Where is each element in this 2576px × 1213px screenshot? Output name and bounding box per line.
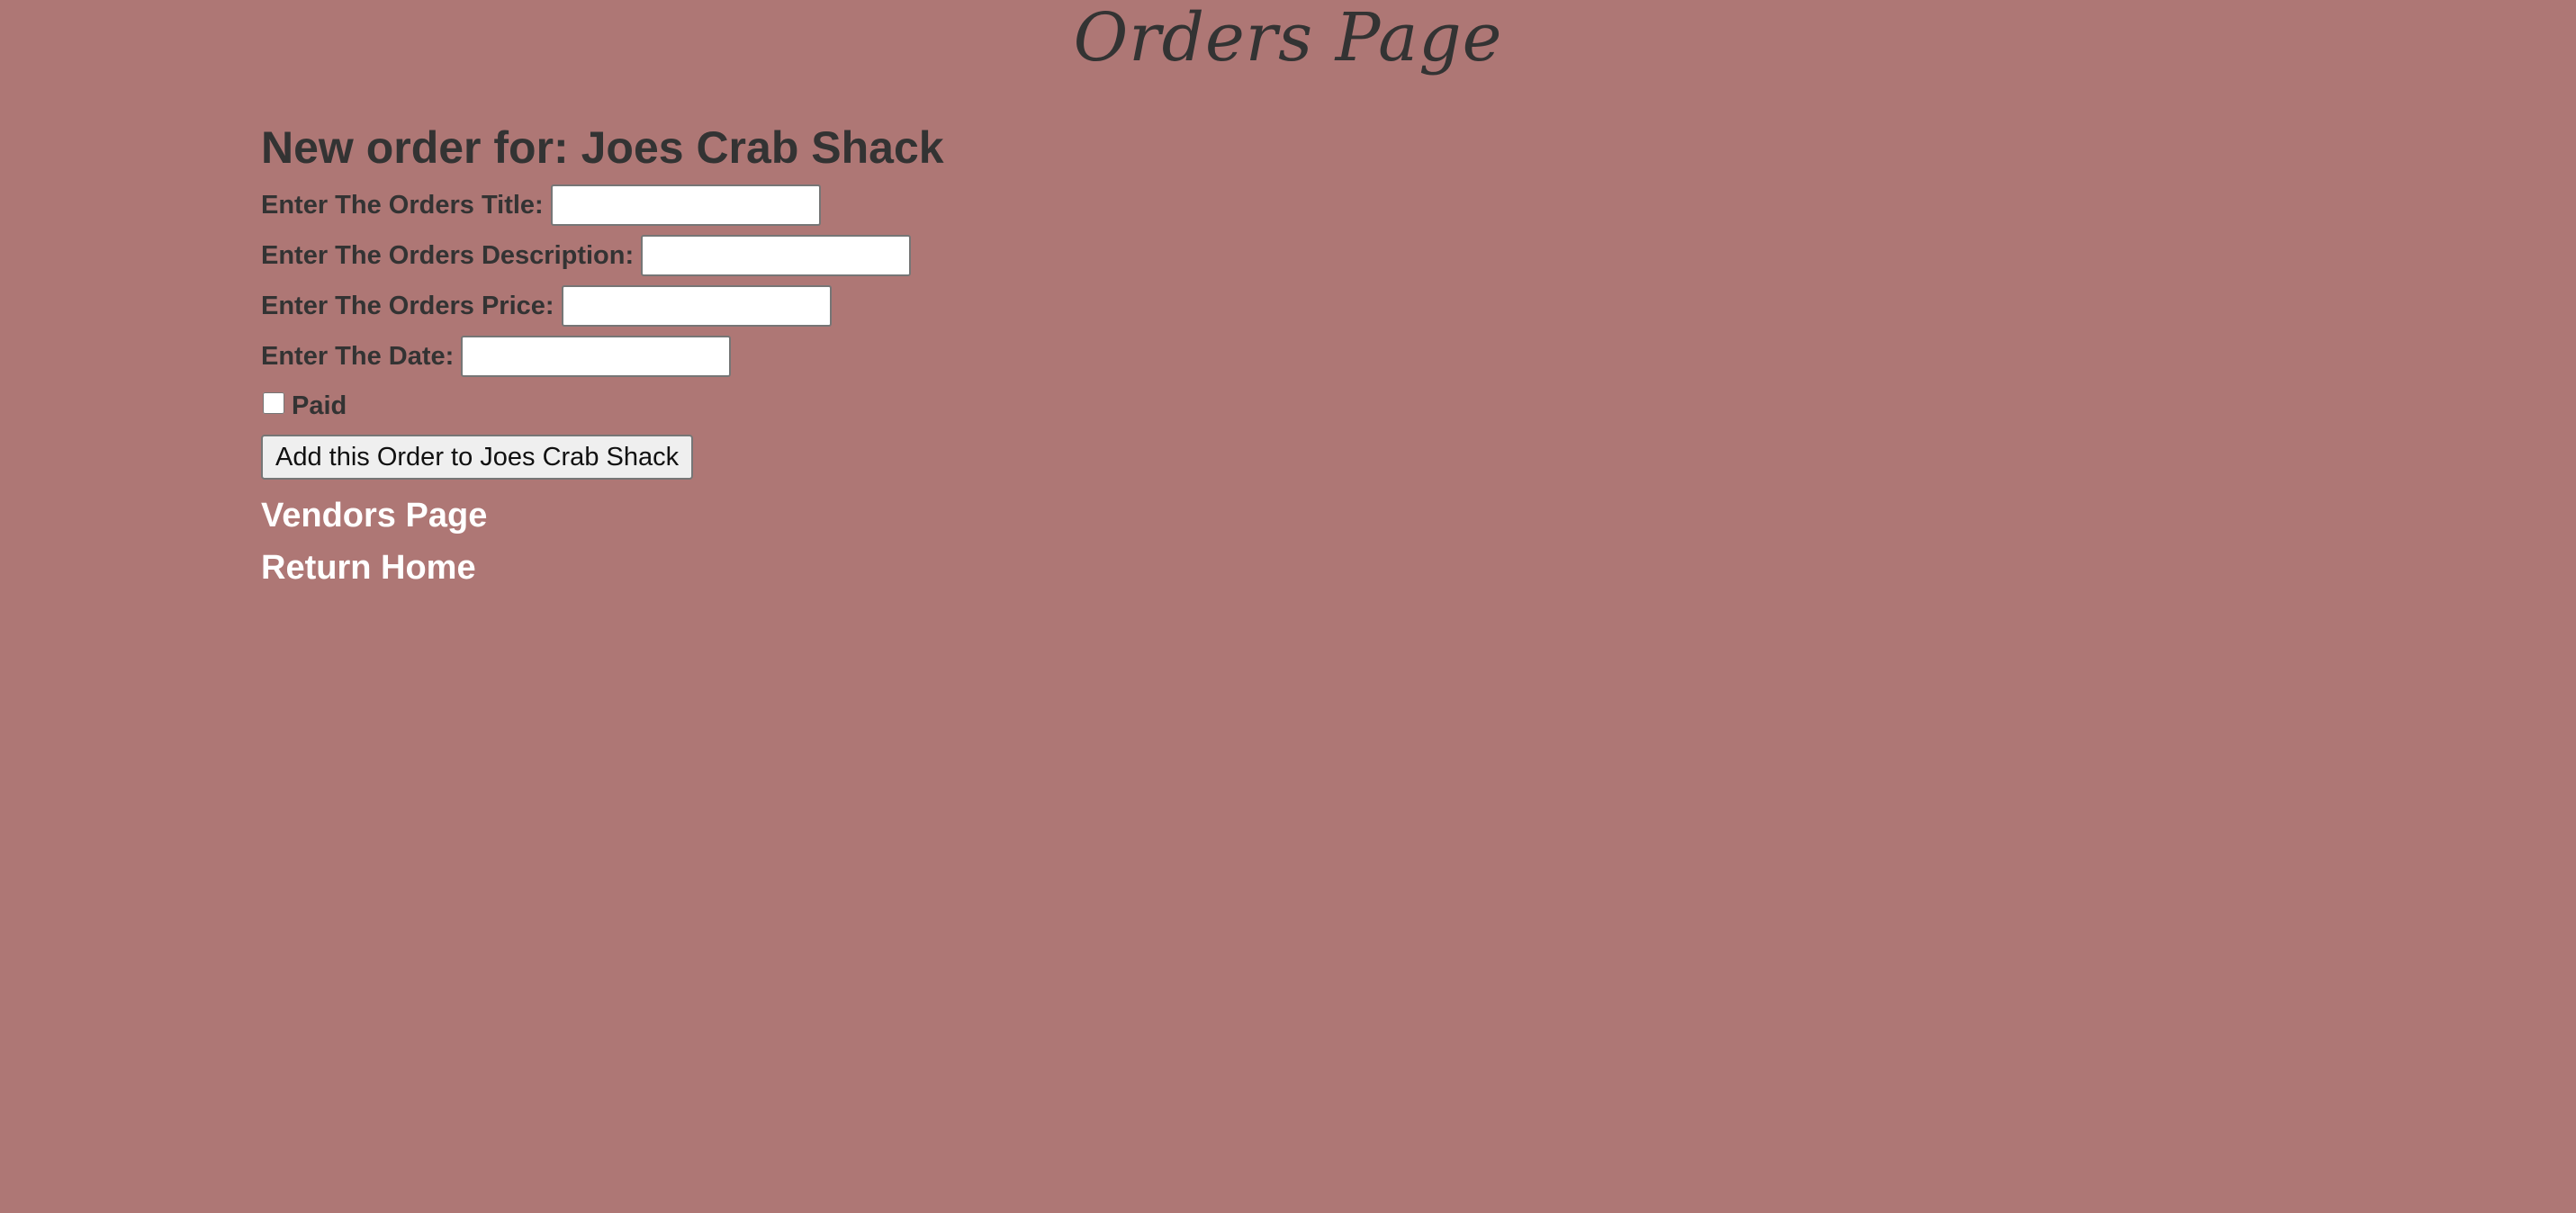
description-label: Enter The Orders Description:: [261, 240, 635, 270]
price-label: Enter The Orders Price:: [261, 291, 554, 320]
order-date-input[interactable]: [461, 336, 732, 377]
order-description-input[interactable]: [641, 235, 912, 276]
title-label: Enter The Orders Title:: [261, 190, 544, 220]
order-title-input[interactable]: [550, 184, 821, 226]
title-row: Enter The Orders Title:: [261, 180, 1341, 230]
description-row: Enter The Orders Description:: [261, 230, 1341, 281]
order-price-input[interactable]: [561, 285, 832, 327]
paid-label: Paid: [292, 391, 347, 420]
date-label: Enter The Date:: [261, 341, 455, 371]
return-home-link[interactable]: Return Home: [261, 542, 1341, 594]
order-form-heading: New order for: Joes Crab Shack: [261, 122, 944, 173]
paid-row: Paid: [261, 382, 1341, 430]
submit-row: Add this Order to Joes Crab Shack: [261, 430, 1341, 484]
add-order-button[interactable]: Add this Order to Joes Crab Shack: [261, 435, 694, 480]
price-row: Enter The Orders Price:: [261, 281, 1341, 331]
order-form: Enter The Orders Title: Enter The Orders…: [261, 180, 1341, 484]
date-row: Enter The Date:: [261, 331, 1341, 382]
order-form-container: New order for: Joes Crab Shack Enter The…: [261, 115, 1341, 594]
vendors-page-link[interactable]: Vendors Page: [261, 490, 1341, 542]
page-title: Orders Page: [1073, 0, 1503, 76]
paid-checkbox[interactable]: [263, 392, 284, 414]
